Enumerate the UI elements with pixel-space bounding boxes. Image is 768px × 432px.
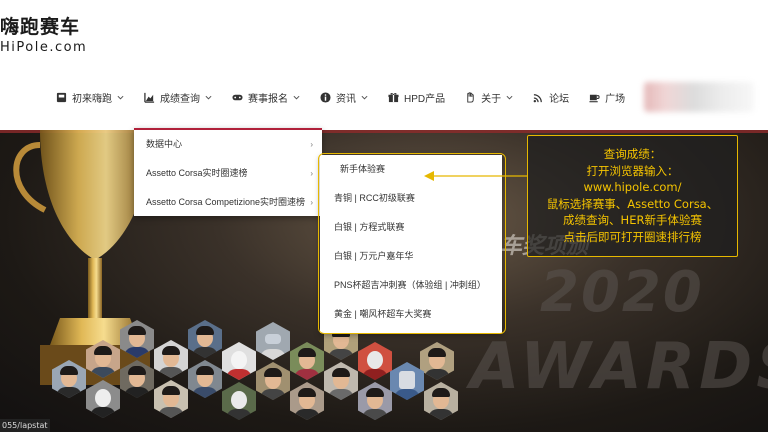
racer-avatars (40, 318, 470, 432)
avatar (256, 362, 290, 400)
chevron-right-icon: › (310, 198, 313, 207)
avatar (52, 360, 86, 398)
dropdown-item-ac-laptimes[interactable]: Assetto Corsa实时圈速榜 › (134, 159, 322, 188)
user-avatar-blurred[interactable] (644, 82, 754, 112)
avatar (358, 342, 392, 380)
avatar (256, 322, 290, 360)
avatar (324, 362, 358, 400)
info-icon (320, 91, 331, 103)
avatar (290, 342, 324, 380)
avatar (154, 340, 188, 378)
box-icon (56, 92, 67, 102)
site-logo[interactable]: 嗨跑赛车 HiPole.com (0, 12, 87, 55)
nav-label: 关于 (481, 93, 502, 105)
nav-item-about[interactable]: 关于 (465, 90, 513, 105)
results-dropdown: 数据中心 › Assetto Corsa实时圈速榜 › Assetto Cors… (134, 128, 322, 216)
nav-item-results[interactable]: 成绩查询 (144, 90, 212, 105)
logo-english: HiPole.com (0, 40, 88, 55)
chevron-down-icon (117, 95, 124, 100)
nav-label: 资讯 (336, 93, 356, 105)
dropdown-item-label: Assetto Corsa Competizione实时圈速榜 (146, 197, 306, 207)
avatar (188, 320, 222, 358)
avatar (390, 362, 424, 400)
avatar (86, 380, 120, 418)
gift-icon (388, 92, 399, 102)
nav-item-beginner[interactable]: 初来嗨跑 (56, 90, 124, 105)
dropdown-item-acc-laptimes[interactable]: Assetto Corsa Competizione实时圈速榜 › (134, 188, 322, 217)
chevron-down-icon (205, 95, 212, 100)
nav-label: 论坛 (549, 93, 570, 105)
nav-item-forum[interactable]: 论坛 (533, 90, 569, 105)
avatar (424, 382, 458, 420)
nav-label: 赛事报名 (248, 93, 288, 105)
submenu-highlight-frame (318, 153, 506, 334)
callout-line: 鼠标选择赛事、Assetto Corsa、 (546, 196, 719, 211)
nav-label: 成绩查询 (160, 93, 200, 105)
callout-line: 查询成绩： (603, 147, 662, 161)
gamepad-icon (232, 94, 243, 100)
avatar (120, 360, 154, 398)
main-nav: 初来嗨跑 成绩查询 赛事报名 资讯 HPD产品 关于 论坛 广场 (56, 89, 645, 105)
hand-icon (467, 91, 474, 103)
avatar (358, 382, 392, 420)
avatar (290, 382, 324, 420)
nav-label: 广场 (605, 93, 626, 105)
nav-item-registration[interactable]: 赛事报名 (232, 90, 300, 105)
avatar (188, 360, 222, 398)
nav-item-news[interactable]: 资讯 (320, 90, 368, 105)
chevron-right-icon: › (310, 140, 313, 149)
avatar (154, 380, 188, 418)
wifi-icon (533, 93, 543, 102)
nav-item-hpd-products[interactable]: HPD产品 (388, 90, 445, 105)
logo-chinese: 嗨跑赛车 (0, 16, 81, 38)
dropdown-item-data-center[interactable]: 数据中心 › (134, 130, 322, 159)
site-header: 嗨跑赛车 HiPole.com 初来嗨跑 成绩查询 赛事报名 资讯 HPD产品 (0, 0, 768, 130)
avatar (222, 382, 256, 420)
chevron-down-icon (293, 95, 300, 100)
callout-line: 成绩查询、HER新手体验赛 (563, 213, 702, 227)
status-url: 055/lapstat (0, 419, 50, 432)
banner-bg-awards: AWARDS (470, 330, 768, 404)
callout-line: 打开浏览器输入： (586, 163, 679, 178)
banner-bg-year: 2020 (540, 260, 704, 325)
avatar (222, 342, 256, 380)
callout-line: 点击后即可打开圈速排行榜 (563, 229, 702, 244)
avatar (120, 320, 154, 358)
coffee-icon (589, 94, 600, 102)
nav-label: 初来嗨跑 (72, 93, 112, 105)
nav-item-square[interactable]: 广场 (589, 90, 625, 105)
chevron-down-icon (361, 95, 368, 100)
chevron-right-icon: › (310, 169, 313, 178)
dropdown-item-label: 数据中心 (146, 139, 183, 149)
dropdown-item-label: Assetto Corsa实时圈速榜 (146, 168, 248, 178)
chart-icon (144, 92, 155, 103)
chevron-down-icon (506, 95, 513, 100)
nav-label: HPD产品 (404, 93, 446, 105)
instruction-callout: 查询成绩： 打开浏览器输入： www.hipole.com/ 鼠标选择赛事、As… (527, 135, 738, 257)
callout-line: www.hipole.com/ (583, 180, 682, 194)
avatar (420, 342, 454, 380)
avatar (86, 340, 120, 378)
